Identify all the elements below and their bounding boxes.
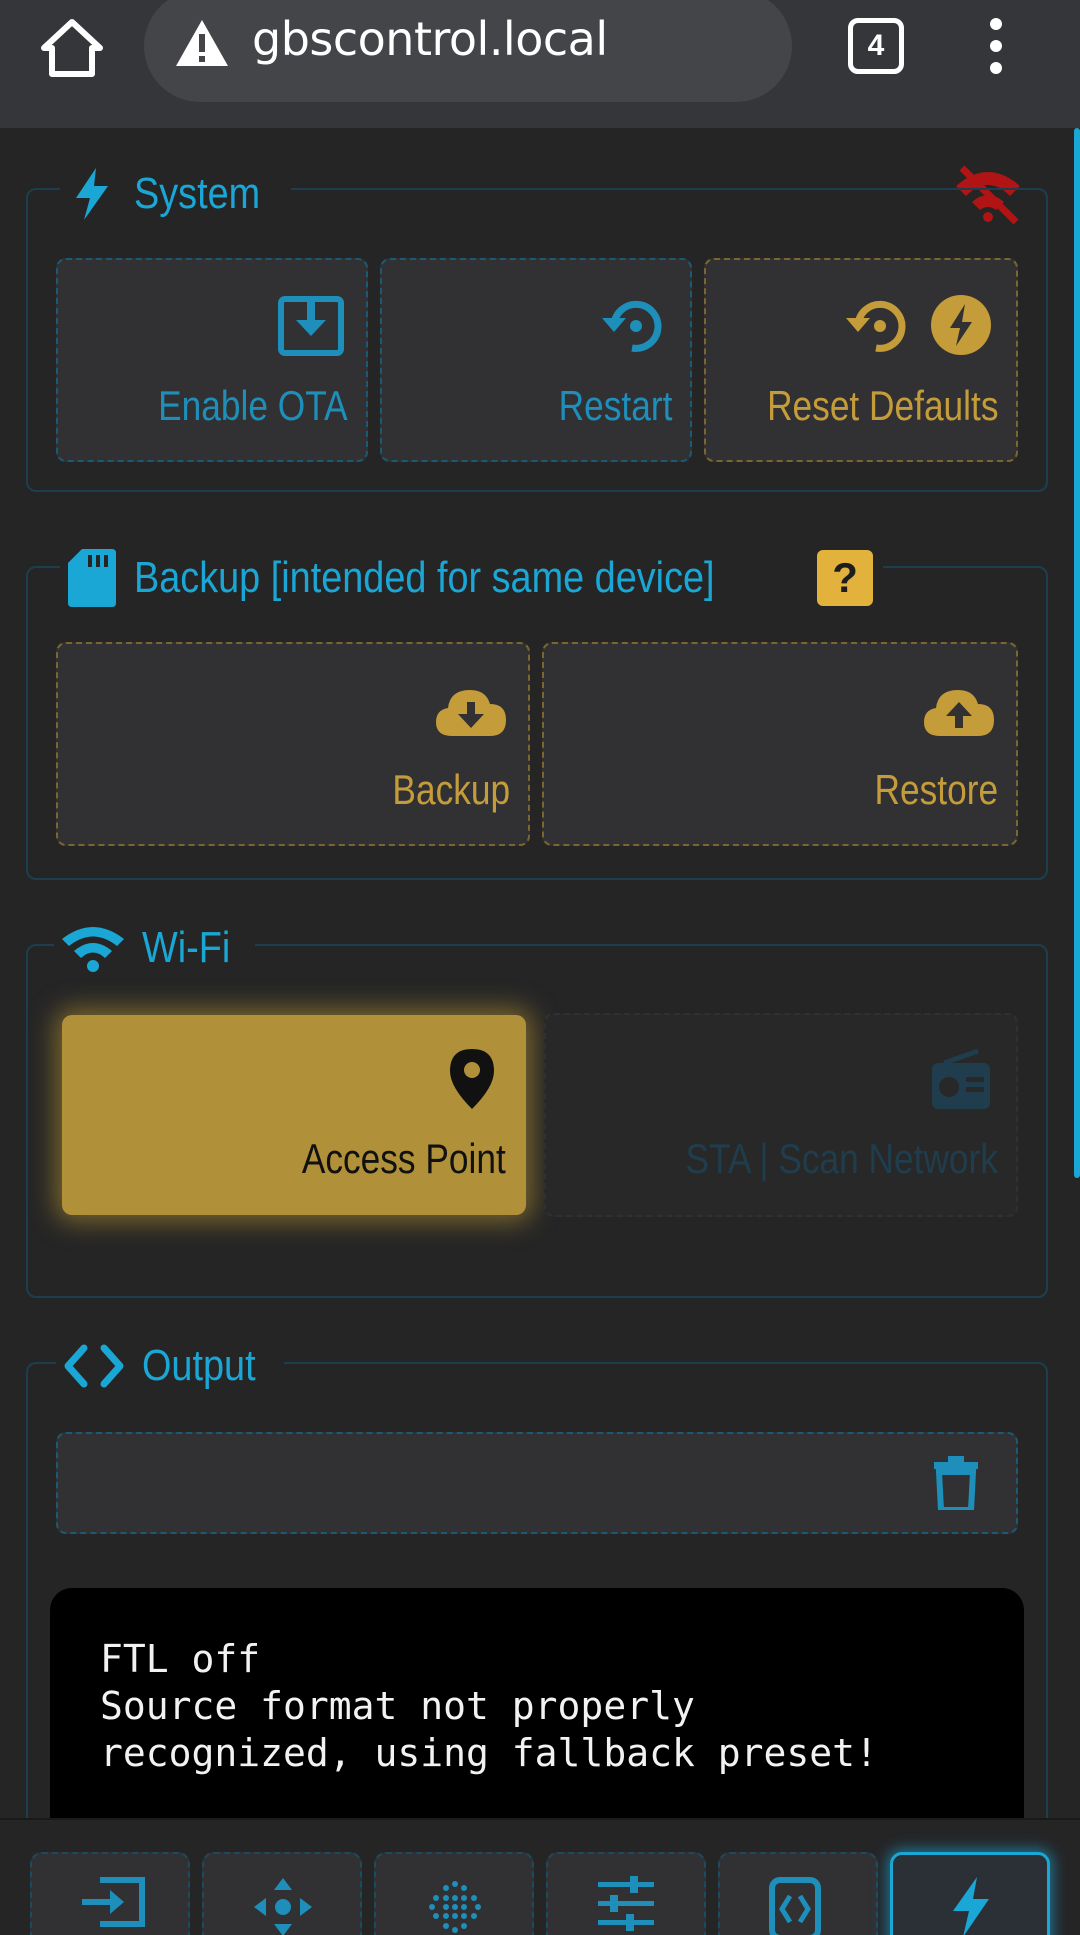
nav-move-button[interactable] xyxy=(202,1852,362,1935)
nav-input-button[interactable] xyxy=(30,1852,190,1935)
sta-scan-network-button[interactable]: STA | Scan Network xyxy=(544,1013,1018,1217)
lightning-icon xyxy=(953,1877,989,1935)
system-legend: System xyxy=(60,164,291,224)
output-title: Output xyxy=(142,1341,256,1390)
restart-label: Restart xyxy=(558,382,672,429)
system-title: System xyxy=(134,169,261,218)
cloud-upload-icon xyxy=(924,690,994,736)
wifi-legend: Wi-Fi xyxy=(54,918,255,978)
nav-sliders-button[interactable] xyxy=(546,1852,706,1935)
bottom-navigation xyxy=(0,1818,1080,1935)
move-icon xyxy=(254,1878,312,1935)
console-line: recognized, using fallback preset! xyxy=(100,1731,878,1775)
console-line: Source format not properly xyxy=(100,1684,695,1728)
lightning-icon xyxy=(66,168,118,220)
output-legend: Output xyxy=(56,1336,285,1396)
backup-legend: Backup [intended for same device] ? xyxy=(60,548,884,608)
restore-button[interactable]: Restore xyxy=(542,642,1018,846)
enable-ota-button[interactable]: Enable OTA xyxy=(56,258,368,462)
sd-card-icon xyxy=(66,549,118,607)
backup-button[interactable]: Backup xyxy=(56,642,530,846)
restart-button[interactable]: Restart xyxy=(380,258,692,462)
nav-system-button[interactable] xyxy=(890,1852,1050,1935)
radio-icon xyxy=(932,1049,990,1109)
browser-toolbar: gbscontrol.local 4 xyxy=(0,0,1080,128)
backup-title: Backup [intended for same device] xyxy=(134,553,715,602)
trash-icon[interactable] xyxy=(934,1456,978,1510)
restart-icon xyxy=(602,300,662,352)
wifi-title: Wi-Fi xyxy=(142,923,231,972)
output-console: FTL off Source format not properly recog… xyxy=(50,1588,1024,1848)
wifi-icon xyxy=(60,922,126,974)
output-toolbar xyxy=(56,1432,1018,1534)
backup-label: Backup xyxy=(392,766,510,813)
address-bar[interactable]: gbscontrol.local xyxy=(144,0,792,102)
lightning-circle-icon xyxy=(931,295,991,355)
menu-icon[interactable] xyxy=(984,18,1008,74)
reset-defaults-label: Reset Defaults xyxy=(766,382,998,429)
sliders-icon xyxy=(598,1876,654,1931)
tab-switcher-button[interactable]: 4 xyxy=(848,18,904,74)
warning-icon[interactable] xyxy=(174,18,230,68)
sta-scan-network-label: STA | Scan Network xyxy=(685,1135,998,1182)
access-point-label: Access Point xyxy=(302,1135,506,1182)
download-icon xyxy=(278,296,344,356)
home-icon[interactable] xyxy=(40,18,104,78)
restart-icon xyxy=(846,300,906,352)
help-button[interactable]: ? xyxy=(817,550,874,606)
url-text[interactable]: gbscontrol.local xyxy=(252,12,608,66)
map-marker-icon xyxy=(450,1049,494,1109)
input-icon xyxy=(82,1877,145,1927)
console-line: FTL off xyxy=(100,1637,261,1681)
enable-ota-label: Enable OTA xyxy=(158,382,348,429)
filter-icon xyxy=(769,1877,821,1935)
cloud-download-icon xyxy=(436,690,506,736)
access-point-button[interactable]: Access Point xyxy=(62,1015,526,1215)
scrollbar[interactable] xyxy=(1074,128,1080,1178)
scale-icon xyxy=(429,1881,481,1933)
nav-scale-button[interactable] xyxy=(374,1852,534,1935)
reset-defaults-button[interactable]: Reset Defaults xyxy=(704,258,1018,462)
code-icon xyxy=(62,1340,126,1392)
nav-filter-button[interactable] xyxy=(718,1852,878,1935)
restore-label: Restore xyxy=(874,766,998,813)
